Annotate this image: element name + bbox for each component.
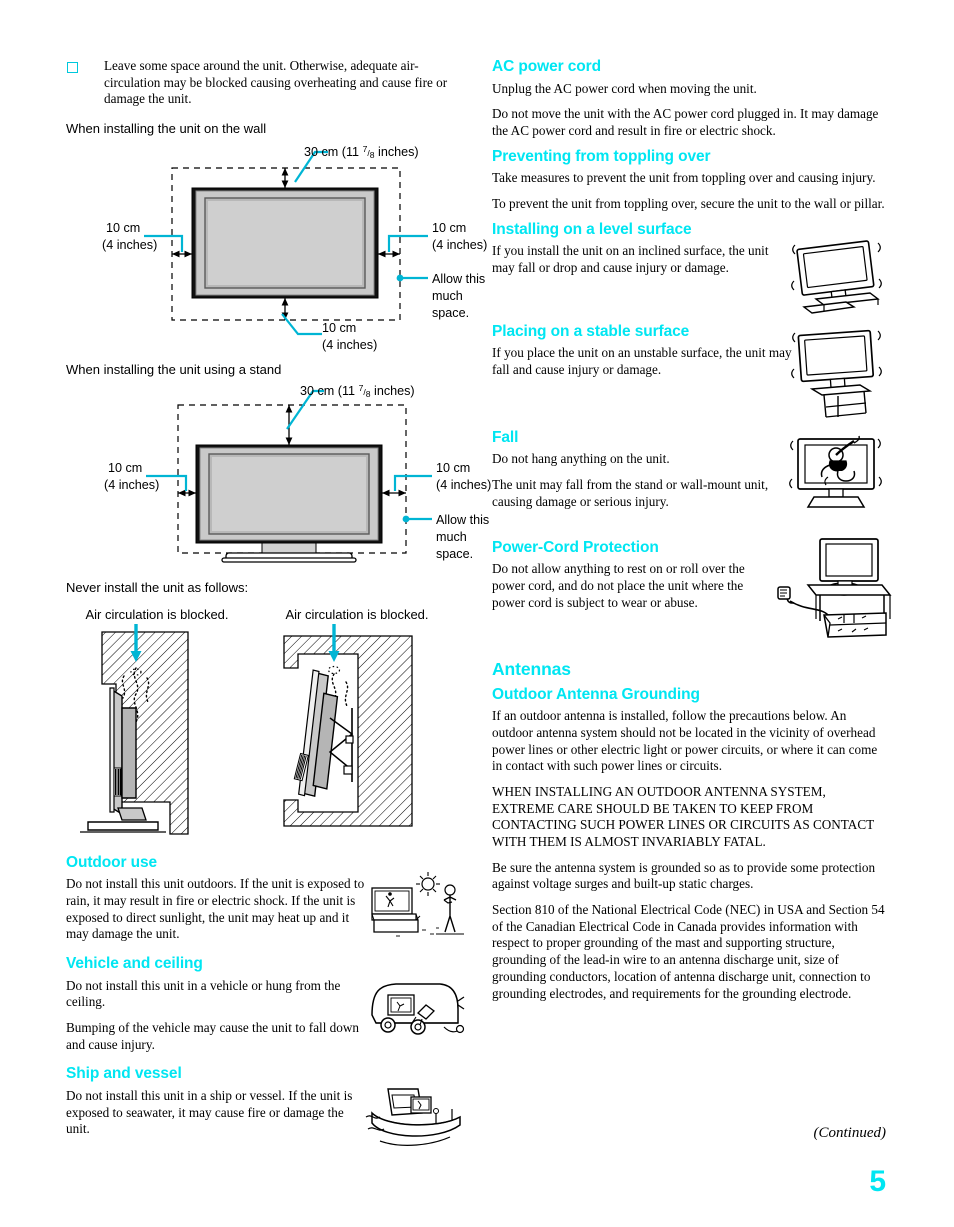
wall-mount-spacing-diagram: 30 cm (11 7/8 inches) 10 cm (4 inches) 1… [66, 144, 487, 354]
section-paragraph: Do not move the unit with the AC power c… [492, 106, 879, 138]
section-paragraph: Bumping of the vehicle may cause the uni… [66, 1020, 359, 1052]
never-install-caption: Never install the unit as follows: [66, 579, 249, 595]
wall-left-10cm-label-l2: (4 inches) [102, 238, 157, 252]
page-number: 5 [869, 1165, 886, 1198]
left-column: Leave some space around the unit. Otherw… [66, 58, 491, 1147]
blocked-caption-right: Air circulation is blocked. [285, 606, 429, 622]
section-outdoor-use: Outdoor use Do not install this unit out… [66, 854, 466, 943]
blocked-airflow-figures: Air circulation is blocked. Air circulat… [66, 607, 466, 844]
section-paragraph: Do not install this unit in a vehicle or… [66, 977, 341, 1010]
stand-allow-space-l3: space. [436, 547, 473, 561]
antennas-paragraph: If an outdoor antenna is installed, foll… [492, 708, 878, 774]
tv-on-inclined-surface-illustration [786, 237, 886, 319]
wall-left-10cm-label-l1: 10 cm [106, 221, 140, 235]
section-ship-vessel: Ship and vessel Do not install this unit… [66, 1065, 466, 1147]
intro-bullet-text: Leave some space around the unit. Otherw… [104, 58, 448, 107]
outdoor-antenna-grounding-heading: Outdoor Antenna Grounding [492, 685, 700, 703]
section-paragraph: The unit may fall from the stand or wall… [492, 476, 769, 509]
tv-in-caravan-illustration [366, 975, 466, 1045]
antennas-paragraph: Be sure the antenna system is grounded s… [492, 859, 876, 892]
antennas-paragraph: Section 810 of the National Electrical C… [492, 902, 885, 1001]
tv-in-recess-upright-illustration [80, 623, 189, 835]
blocked-airflow-figure-left: Air circulation is blocked. [66, 607, 248, 844]
section-preventing-toppling: Preventing from toppling over Take measu… [492, 148, 886, 213]
section-heading: Ship and vessel [66, 1065, 182, 1083]
stand-diagram-svg: 30 cm (11 7/8 inches) 10 cm (4 inches) 1… [104, 383, 491, 563]
antennas-paragraph-caps: WHEN INSTALLING AN OUTDOOR ANTENNA SYSTE… [492, 783, 874, 850]
section-paragraph: To prevent the unit from toppling over, … [492, 195, 885, 211]
child-hanging-on-tv-illustration [786, 431, 886, 517]
wall-install-caption: When installing the unit on the wall [66, 121, 267, 137]
wall-diagram-svg: 30 cm (11 7/8 inches) 10 cm (4 inches) 1… [102, 144, 487, 352]
section-paragraph: If you install the unit on an inclined s… [492, 243, 769, 275]
tv-in-sunlight-illustration [366, 870, 466, 942]
wall-allow-space-l2: much [432, 289, 463, 303]
section-heading: Vehicle and ceiling [66, 955, 203, 973]
stand-right-10cm-l2: (4 inches) [436, 478, 491, 492]
tv-on-unstable-stool-illustration [786, 327, 886, 423]
wall-bottom-10cm-l2: (4 inches) [322, 338, 377, 352]
stand-install-caption: When installing the unit using a stand [66, 361, 282, 377]
wall-bottom-10cm-l1: 10 cm [322, 321, 356, 335]
section-paragraph: Do not install this unit in a ship or ve… [66, 1088, 353, 1137]
section-heading: Preventing from toppling over [492, 147, 711, 165]
wall-top-30cm-label: 30 cm (11 7/8 inches) [304, 144, 419, 160]
section-paragraph: Do not hang anything on the unit. [492, 451, 670, 467]
blocked-caption-left: Air circulation is blocked. [85, 606, 229, 622]
section-paragraph: Take measures to prevent the unit from t… [492, 170, 876, 186]
continued-label: (Continued) [813, 1125, 887, 1141]
section-fall: Fall Do not hang anything on the unit. T… [492, 429, 886, 525]
checkbox-icon [67, 62, 78, 73]
tv-tilted-in-recess-illustration [283, 623, 413, 827]
right-column: AC power cord Unplug the AC power cord w… [492, 58, 892, 1003]
section-stable-surface: Placing on a stable surface If you place… [492, 323, 886, 423]
section-paragraph: Unplug the AC power cord when moving the… [492, 80, 757, 96]
section-paragraph: If you place the unit on an unstable sur… [492, 345, 792, 377]
section-paragraph: Do not allow anything to rest on or roll… [492, 561, 745, 610]
document-page: Leave some space around the unit. Otherw… [0, 0, 954, 1227]
stand-left-10cm-l1: 10 cm [108, 461, 142, 475]
section-ac-power-cord: AC power cord Unplug the AC power cord w… [492, 58, 886, 140]
section-level-surface: Installing on a level surface If you ins… [492, 221, 886, 314]
section-heading: AC power cord [492, 58, 601, 75]
wall-allow-space-l3: space. [432, 306, 469, 320]
wall-allow-space-l1: Allow this [432, 272, 485, 286]
stand-top-30cm-label: 30 cm (11 7/8 inches) [300, 383, 415, 399]
stand-allow-space-l2: much [436, 530, 467, 544]
stand-left-10cm-l2: (4 inches) [104, 478, 159, 492]
section-paragraph: Do not install this unit outdoors. If th… [66, 876, 365, 942]
section-antennas: Antennas Outdoor Antenna Grounding If an… [492, 659, 886, 1003]
stand-right-10cm-l1: 10 cm [436, 461, 470, 475]
antennas-heading: Antennas [492, 658, 571, 679]
section-power-cord-protection: Power-Cord Protection Do not allow anyth… [492, 537, 892, 649]
wall-right-10cm-label-l1: 10 cm [432, 221, 466, 235]
intro-bullet-row: Leave some space around the unit. Otherw… [66, 58, 466, 108]
wall-right-10cm-label-l2: (4 inches) [432, 238, 487, 252]
stand-allow-space-l1: Allow this [436, 513, 489, 527]
blocked-airflow-figure-right: Air circulation is blocked. [266, 607, 448, 844]
tv-on-boat-illustration [365, 1083, 466, 1155]
section-vehicle-ceiling: Vehicle and ceiling Do not install this … [66, 955, 466, 1053]
stand-spacing-diagram: 30 cm (11 7/8 inches) 10 cm (4 inches) 1… [66, 383, 491, 578]
power-cord-under-furniture-illustration [772, 535, 892, 647]
